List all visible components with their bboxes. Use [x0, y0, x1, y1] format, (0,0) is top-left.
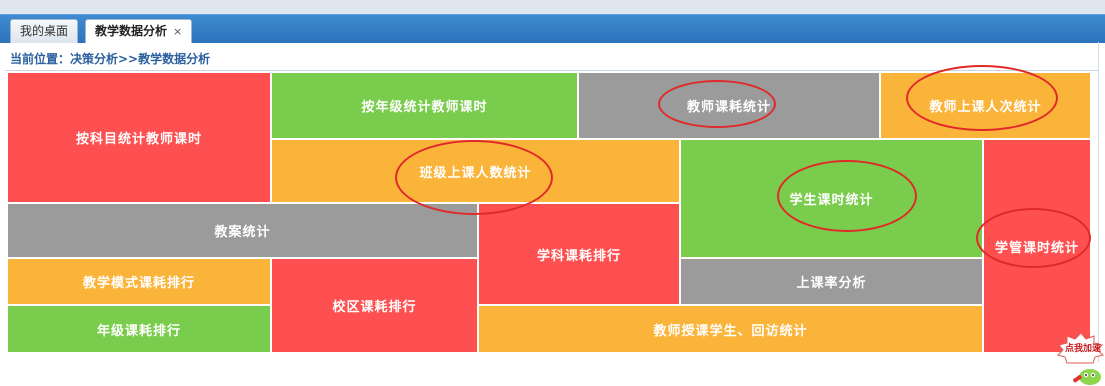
- tile-label: 教案统计: [214, 225, 271, 240]
- tab-my-desktop[interactable]: 我的桌面: [10, 19, 79, 43]
- tab-label: 我的桌面: [20, 24, 69, 38]
- tile-label: 学生课时统计: [789, 193, 874, 208]
- tile-attendance-rate[interactable]: 上课率分析: [680, 258, 983, 305]
- tile-label: 教师课耗统计: [686, 100, 771, 115]
- tile-label: 教师上课人次统计: [929, 100, 1042, 115]
- window-top-strip: [0, 0, 1105, 14]
- divider: [5, 70, 1098, 71]
- tile-lesson-plan-stats[interactable]: 教案统计: [7, 203, 478, 258]
- tile-label: 教学模式课耗排行: [82, 276, 195, 291]
- rocket-icon: [1072, 369, 1101, 385]
- tile-label: 教师授课学生、回访统计: [653, 323, 808, 339]
- tile-academic-admin-hours[interactable]: 学管课时统计: [983, 139, 1091, 353]
- tile-label: 上课率分析: [796, 276, 867, 291]
- tile-teacher-consumption[interactable]: 教师课耗统计: [578, 72, 880, 139]
- tile-campus-consumption-rank[interactable]: 校区课耗排行: [271, 258, 478, 353]
- tile-label: 按科目统计教师课时: [75, 132, 202, 147]
- tile-label: 班级上课人数统计: [419, 165, 532, 181]
- tile-subject-consumption-rank[interactable]: 学科课耗排行: [478, 203, 680, 305]
- tile-teacher-attendance-count[interactable]: 教师上课人次统计: [880, 72, 1091, 139]
- tile-class-attendance[interactable]: 班级上课人数统计: [271, 139, 680, 203]
- tab-teaching-analysis[interactable]: 教学数据分析 ×: [85, 19, 193, 43]
- divider: [1098, 42, 1099, 362]
- tab-bar: 我的桌面 教学数据分析 ×: [0, 14, 1105, 43]
- tile-label: 学科课耗排行: [536, 248, 621, 264]
- close-icon[interactable]: ×: [173, 25, 182, 38]
- tile-grade-teacher-hours[interactable]: 按年级统计教师课时: [271, 72, 578, 139]
- tile-grade-consumption-rank[interactable]: 年级课耗排行: [7, 305, 271, 353]
- tile-student-hours[interactable]: 学生课时统计: [680, 139, 983, 258]
- tab-label: 教学数据分析: [95, 24, 168, 38]
- speed-badge-label[interactable]: 点我加速: [1062, 341, 1104, 354]
- tile-teacher-students-followup[interactable]: 教师授课学生、回访统计: [478, 305, 983, 353]
- breadcrumb: 当前位置：决策分析>>教学数据分析: [10, 52, 211, 66]
- tile-label: 学管课时统计: [994, 240, 1079, 256]
- tile-label: 校区课耗排行: [332, 300, 417, 315]
- tile-label: 年级课耗排行: [96, 323, 181, 339]
- tile-teaching-mode-rank[interactable]: 教学模式课耗排行: [7, 258, 271, 305]
- tile-label: 按年级统计教师课时: [361, 100, 488, 115]
- tile-subject-teacher-hours[interactable]: 按科目统计教师课时: [7, 72, 271, 203]
